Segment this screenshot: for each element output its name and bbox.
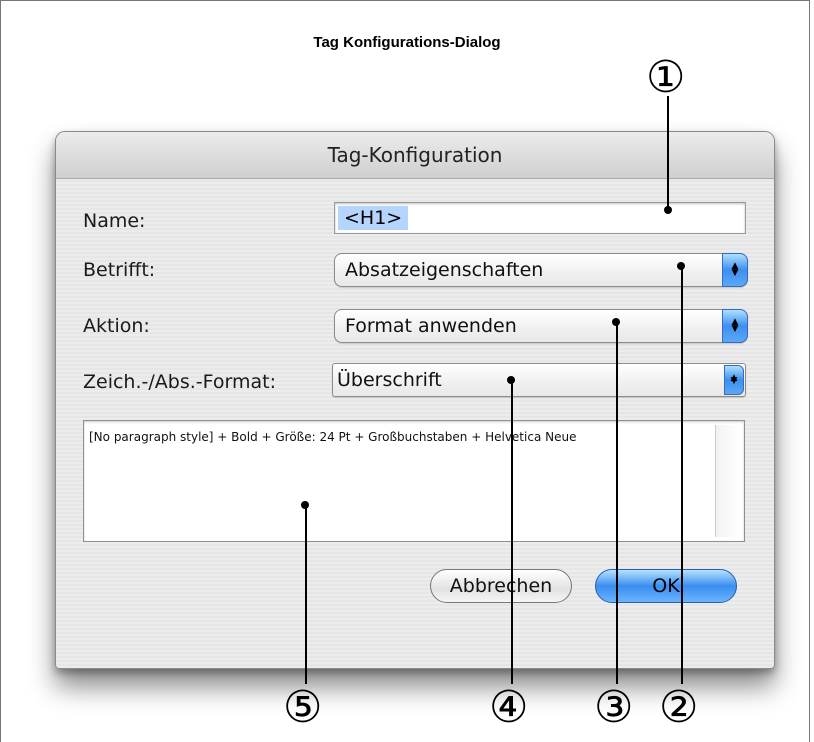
format-value: Überschrift [337, 369, 442, 391]
up-down-arrows-icon: ▲ ▼ [722, 253, 748, 287]
name-value: <H1> [338, 206, 409, 230]
betrifft-popup[interactable]: Absatzeigenschaften ▲ ▼ [334, 253, 748, 287]
format-popup[interactable]: Überschrift ▲ ▼ [332, 363, 746, 397]
format-label: Zeich.-/Abs.-Format: [83, 371, 276, 393]
callout-marker-2: ② [659, 682, 699, 733]
dot-icon [664, 206, 672, 214]
callout-marker-3: ③ [594, 682, 634, 733]
dot-icon [612, 318, 620, 326]
dot-icon [677, 262, 685, 270]
aktion-label: Aktion: [83, 315, 150, 337]
aktion-value: Format anwenden [345, 315, 517, 337]
up-down-arrows-icon: ▲ ▼ [724, 365, 744, 395]
callout-marker-5: ⑤ [283, 682, 323, 733]
callout-line-5 [305, 505, 307, 684]
description-scrollbar[interactable] [715, 425, 740, 537]
description-textarea[interactable]: [No paragraph style] + Bold + Größe: 24 … [83, 420, 745, 542]
dot-icon [507, 376, 515, 384]
callout-marker-4: ④ [489, 682, 529, 733]
betrifft-value: Absatzeigenschaften [345, 259, 544, 281]
callout-marker-1: ① [646, 52, 686, 103]
callout-line-1 [667, 96, 669, 210]
callout-line-4 [511, 380, 513, 684]
up-down-arrows-icon: ▲ ▼ [722, 309, 748, 343]
name-field[interactable]: <H1> [334, 202, 746, 234]
callout-line-2 [681, 266, 683, 684]
name-label: Name: [83, 210, 146, 232]
cancel-button[interactable]: Abbrechen [430, 569, 572, 603]
description-text: [No paragraph style] + Bold + Größe: 24 … [89, 430, 577, 444]
figure-title: Tag Konfigurations-Dialog [313, 34, 501, 51]
aktion-popup[interactable]: Format anwenden ▲ ▼ [334, 309, 748, 343]
callout-line-3 [616, 322, 618, 684]
dot-icon [301, 501, 309, 509]
betrifft-label: Betrifft: [83, 259, 156, 281]
